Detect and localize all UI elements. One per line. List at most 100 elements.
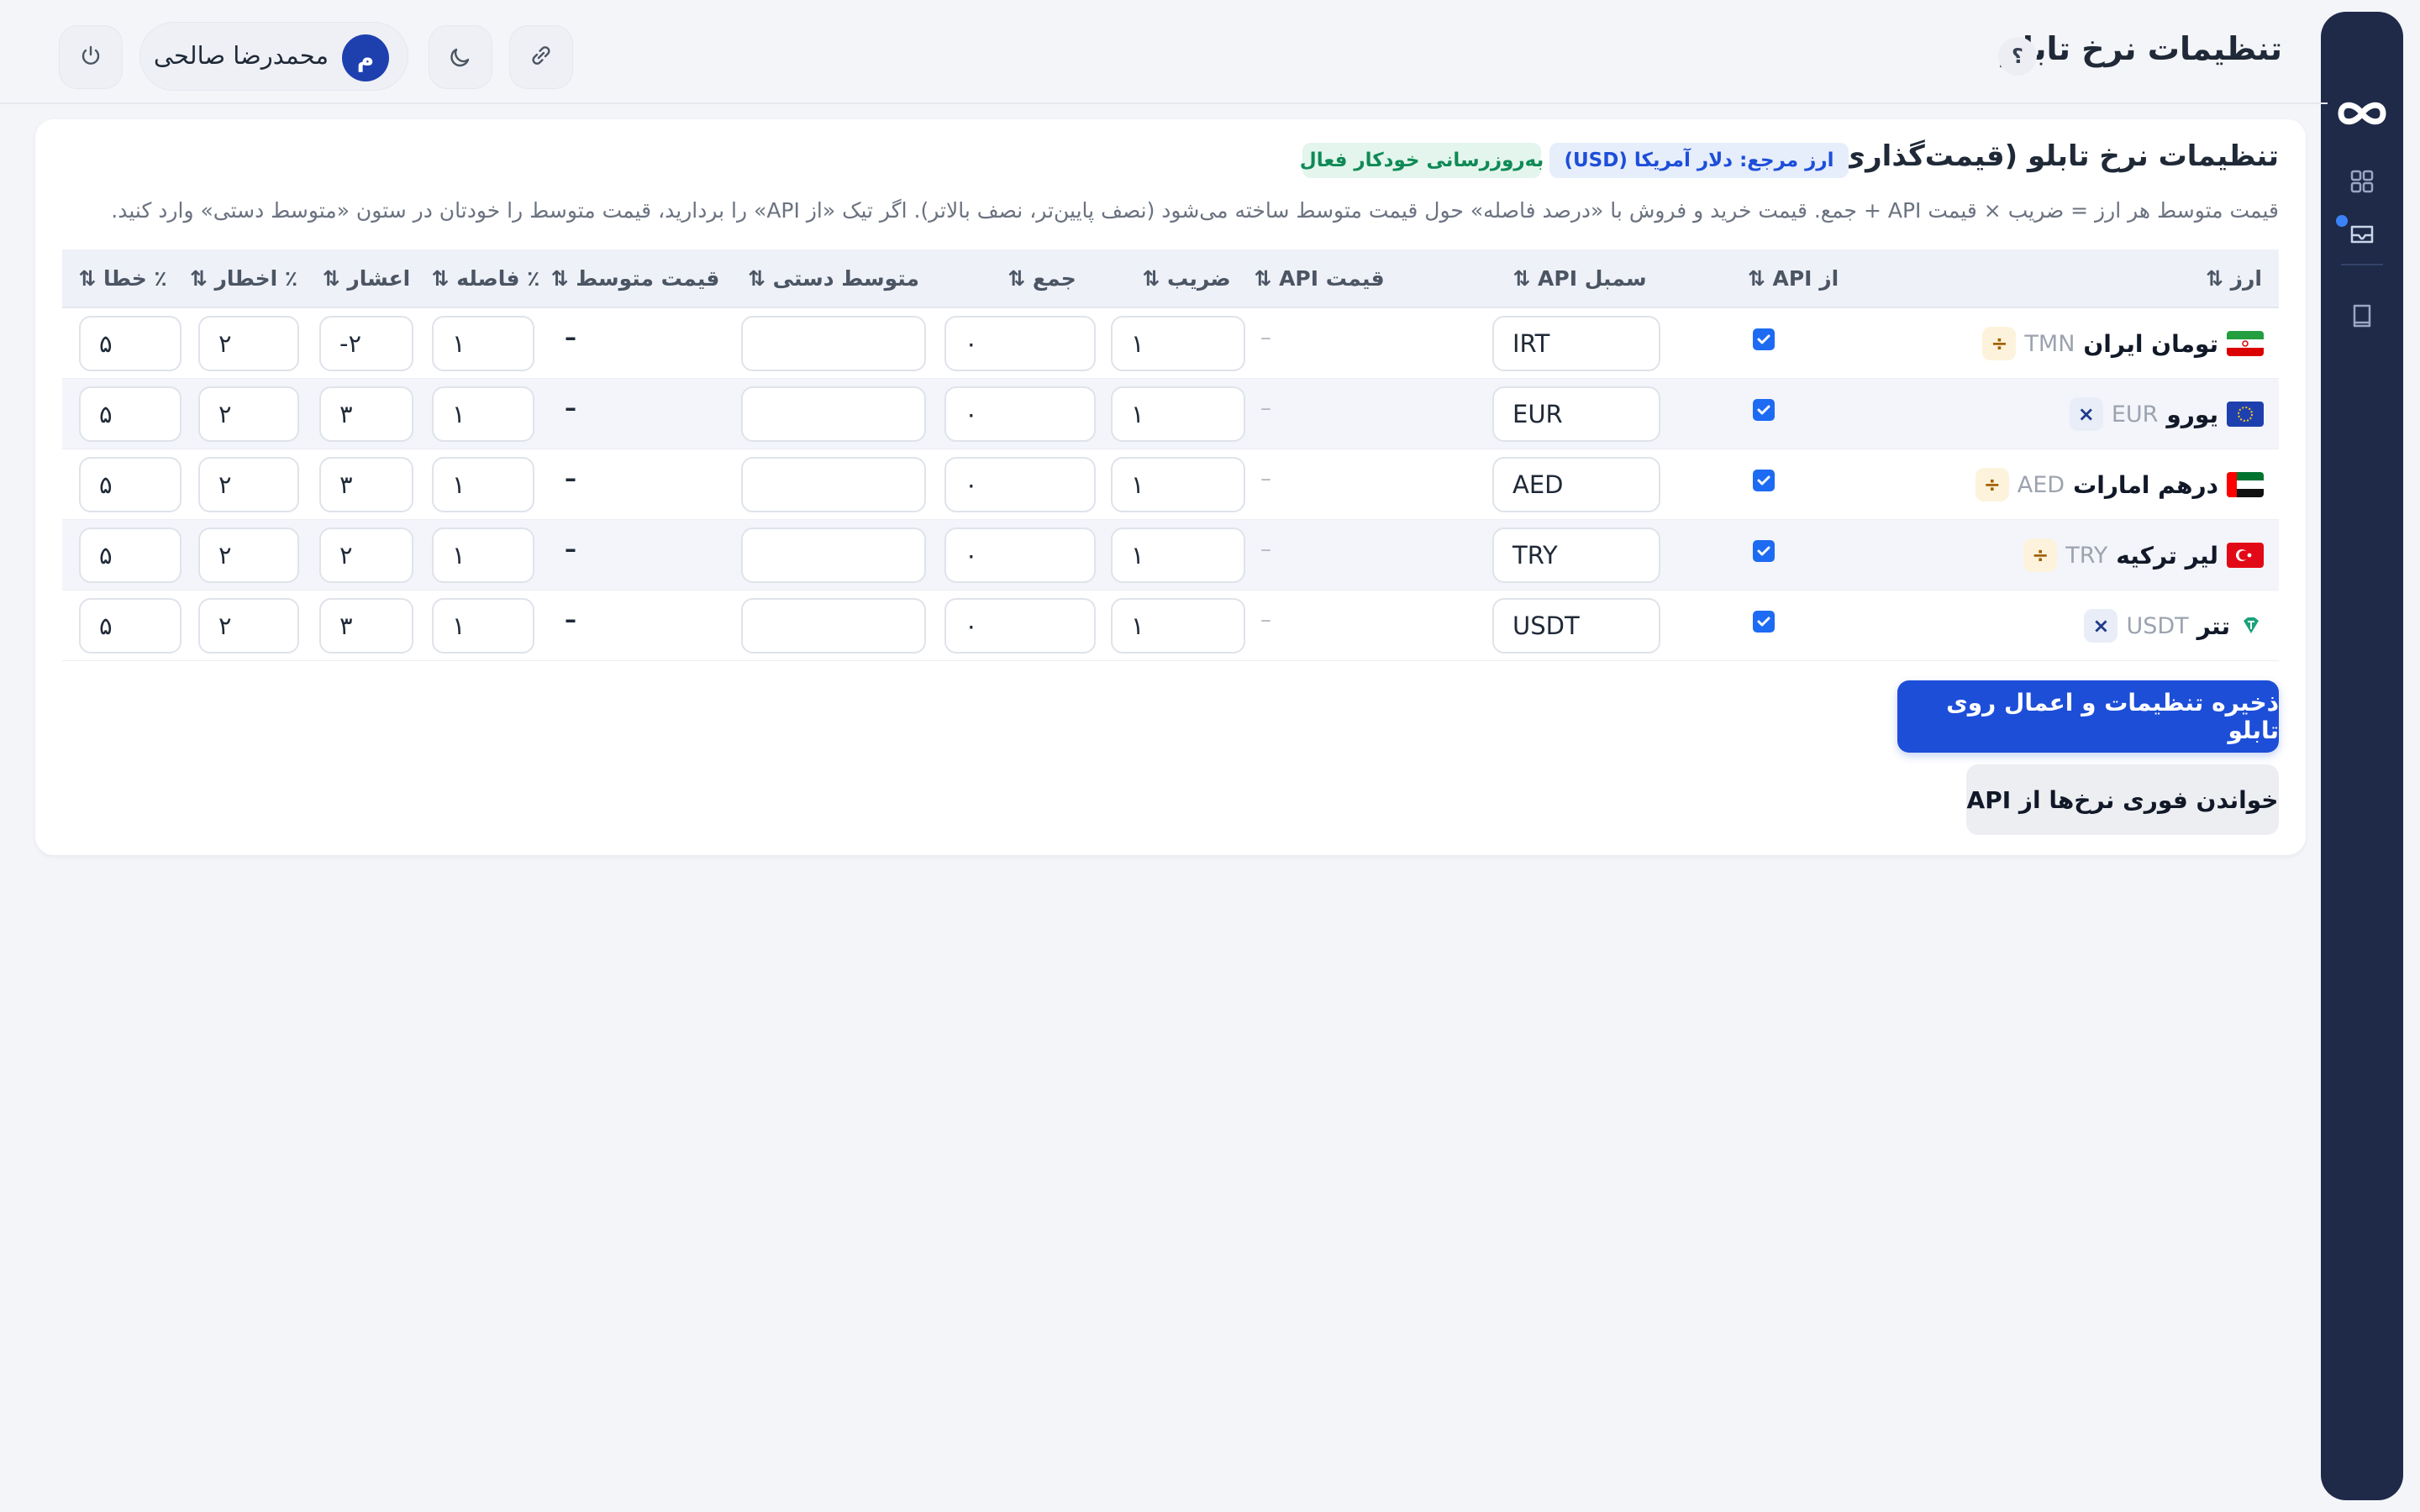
manual-avg-input[interactable] [741, 457, 926, 512]
book-icon[interactable] [2345, 299, 2379, 333]
inbox-icon[interactable] [2345, 217, 2379, 250]
avg-price-value: – [565, 465, 576, 492]
avg-price-value: – [565, 535, 576, 563]
currency-cell: یورو EUR × [2069, 394, 2264, 434]
warning-input[interactable]: ۲ [198, 598, 299, 654]
addition-input[interactable]: ۰ [944, 528, 1096, 583]
spread-input[interactable]: ۱ [432, 528, 534, 583]
currency-name: تومان ایران [2083, 329, 2218, 358]
from-api-checkbox[interactable] [1753, 540, 1775, 562]
header-decimals[interactable]: اعشار ⇅ [323, 266, 411, 291]
addition-input[interactable]: ۰ [944, 386, 1096, 442]
api-symbol-input[interactable]: TRY [1492, 528, 1660, 583]
header-warning[interactable]: ٪ اخطار ⇅ [190, 266, 297, 291]
header-from-api[interactable]: از API ⇅ [1748, 266, 1839, 291]
manual-avg-input[interactable] [741, 316, 926, 371]
from-api-checkbox[interactable] [1753, 399, 1775, 421]
currency-name: تتر [2196, 612, 2230, 640]
from-api-checkbox[interactable] [1753, 470, 1775, 491]
save-settings-button[interactable]: ذخیره تنظیمات و اعمال روی تابلو [1897, 680, 2279, 753]
turkey-flag-icon [2227, 543, 2264, 568]
api-price-value: – [1260, 466, 1271, 491]
api-price-value: – [1260, 325, 1271, 350]
error-input[interactable]: ۵ [79, 457, 182, 512]
app-sidebar [2321, 12, 2403, 1500]
decimals-input[interactable]: ۳ [319, 386, 413, 442]
error-input[interactable]: ۵ [79, 598, 182, 654]
spread-input[interactable]: ۱ [432, 316, 534, 371]
currency-code: AED [2017, 471, 2065, 498]
api-symbol-input[interactable]: AED [1492, 457, 1660, 512]
header-api-price[interactable]: قیمت API ⇅ [1254, 266, 1384, 291]
infinity-logo-icon[interactable] [2334, 87, 2390, 139]
api-symbol-input[interactable]: USDT [1492, 598, 1660, 654]
decimals-input[interactable]: ۳ [319, 598, 413, 654]
help-button[interactable]: ؟ [1998, 37, 2037, 76]
user-menu[interactable]: م محمدرضا صالحی [139, 22, 408, 91]
tether-icon [2238, 613, 2264, 638]
operation-divide-chip[interactable]: ÷ [1982, 327, 2017, 360]
reference-currency-badge: ارز مرجع: دلار آمریکا (USD) [1549, 143, 1849, 178]
sidebar-divider [2341, 264, 2383, 265]
table-row: یورو EUR × EUR – ۱ ۰ – ۱ ۳ ۲ ۵ [62, 379, 2279, 449]
header-error[interactable]: ٪ خطا ⇅ [78, 266, 166, 291]
decimals-input[interactable]: ۲ [319, 528, 413, 583]
multiplier-input[interactable]: ۱ [1111, 457, 1245, 512]
error-input[interactable]: ۵ [79, 386, 182, 442]
manual-avg-input[interactable] [741, 598, 926, 654]
api-price-value: – [1260, 396, 1271, 421]
multiplier-input[interactable]: ۱ [1111, 386, 1245, 442]
currency-code: USDT [2126, 612, 2189, 639]
header-spread[interactable]: ٪ فاصله ⇅ [432, 266, 540, 291]
api-symbol-input[interactable]: EUR [1492, 386, 1660, 442]
currency-cell: لیر ترکیه TRY ÷ [2023, 535, 2264, 575]
spread-input[interactable]: ۱ [432, 598, 534, 654]
decimals-input[interactable]: ۳ [319, 457, 413, 512]
currency-code: EUR [2111, 401, 2159, 428]
warning-input[interactable]: ۲ [198, 528, 299, 583]
uae-flag-icon [2227, 472, 2264, 497]
operation-divide-chip[interactable]: ÷ [1975, 468, 2009, 501]
manual-avg-input[interactable] [741, 386, 926, 442]
multiplier-input[interactable]: ۱ [1111, 598, 1245, 654]
avg-price-value: – [565, 606, 576, 633]
error-input[interactable]: ۵ [79, 316, 182, 371]
logout-button[interactable] [59, 25, 123, 89]
fetch-rates-button[interactable]: خواندن فوری نرخ‌ها از API [1966, 764, 2279, 835]
header-multiplier[interactable]: ضریب ⇅ [1142, 266, 1230, 291]
api-price-value: – [1260, 537, 1271, 562]
header-manual-avg[interactable]: متوسط دستی ⇅ [748, 266, 919, 291]
from-api-checkbox[interactable] [1753, 328, 1775, 350]
multiplier-input[interactable]: ۱ [1111, 316, 1245, 371]
multiplier-input[interactable]: ۱ [1111, 528, 1245, 583]
warning-input[interactable]: ۲ [198, 386, 299, 442]
moon-icon [446, 41, 475, 73]
user-name: محمدرضا صالحی [153, 41, 329, 70]
operation-multiply-chip[interactable]: × [2084, 609, 2118, 643]
header-currency[interactable]: ارز ⇅ [2206, 266, 2262, 291]
error-input[interactable]: ۵ [79, 528, 182, 583]
currency-cell: تتر USDT × [2084, 606, 2264, 646]
currency-cell: درهم امارات AED ÷ [1975, 465, 2264, 505]
grid-icon[interactable] [2345, 165, 2379, 198]
manual-avg-input[interactable] [741, 528, 926, 583]
spread-input[interactable]: ۱ [432, 457, 534, 512]
header-avg-price[interactable]: قیمت متوسط ⇅ [551, 266, 720, 291]
header-api-symbol[interactable]: سمبل API ⇅ [1512, 266, 1646, 291]
operation-divide-chip[interactable]: ÷ [2023, 538, 2058, 572]
header-addition[interactable]: جمع ⇅ [1007, 266, 1076, 291]
api-symbol-input[interactable]: IRT [1492, 316, 1660, 371]
addition-input[interactable]: ۰ [944, 457, 1096, 512]
spread-input[interactable]: ۱ [432, 386, 534, 442]
auto-update-badge: به‌روزرسانی خودکار فعال [1300, 143, 1544, 178]
addition-input[interactable]: ۰ [944, 598, 1096, 654]
link-button[interactable] [509, 25, 573, 89]
theme-toggle-button[interactable] [429, 25, 492, 89]
from-api-checkbox[interactable] [1753, 611, 1775, 633]
warning-input[interactable]: ۲ [198, 316, 299, 371]
operation-multiply-chip[interactable]: × [2069, 397, 2103, 431]
currency-name: درهم امارات [2073, 470, 2218, 499]
addition-input[interactable]: ۰ [944, 316, 1096, 371]
warning-input[interactable]: ۲ [198, 457, 299, 512]
decimals-input[interactable]: -۲ [319, 316, 413, 371]
